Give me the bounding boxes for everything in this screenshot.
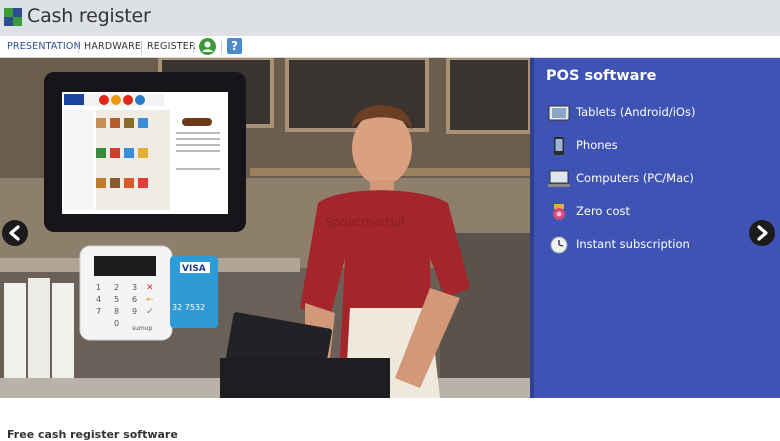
panel-title: POS software [546, 68, 657, 84]
nav-hardware[interactable]: HARDWARE [84, 41, 141, 52]
chevron-left-icon [9, 225, 20, 241]
carousel-prev-button[interactable] [2, 220, 28, 246]
svg-text:4: 4 [96, 295, 101, 304]
hero-banner: Spdacmartial 1 2 3 4 5 6 7 8 9 0 ✕ ← ✓ s… [0, 58, 780, 398]
svg-text:5: 5 [114, 295, 119, 304]
piggy-bank-icon [548, 203, 570, 221]
svg-text:←: ← [146, 295, 154, 305]
svg-text:1: 1 [96, 283, 101, 292]
terminal-brand: sumup [132, 325, 153, 332]
hero-photo: Spdacmartial 1 2 3 4 5 6 7 8 9 0 ✕ ← ✓ s… [0, 58, 532, 398]
svg-text:3: 3 [132, 283, 137, 292]
svg-text:✕: ✕ [146, 283, 154, 293]
svg-text:8: 8 [114, 307, 119, 316]
nav-presentation[interactable]: PRESENTATION [7, 41, 81, 52]
nav-register[interactable]: REGISTER [147, 41, 196, 52]
watermark-text: Spdacmartial [325, 215, 405, 229]
app-title: Cash register [27, 5, 151, 27]
svg-text:6: 6 [132, 295, 137, 304]
svg-text:✓: ✓ [146, 307, 154, 317]
feature-phones: Phones [548, 135, 778, 159]
nav-divider [141, 41, 142, 53]
tablet-icon [548, 104, 570, 122]
top-nav: PRESENTATION HARDWARE REGISTER [0, 36, 780, 58]
feature-tablets: Tablets (Android/iOs) [548, 102, 778, 126]
card-brand: VISA [182, 264, 206, 274]
nav-divider [78, 41, 79, 53]
nav-divider [193, 41, 194, 53]
svg-text:0: 0 [114, 319, 119, 328]
clock-icon [548, 236, 570, 254]
phone-icon [548, 137, 570, 155]
nav-divider [221, 41, 222, 53]
header-bar: Cash register [0, 0, 780, 36]
feature-computers: Computers (PC/Mac) [548, 168, 778, 192]
svg-text:7: 7 [96, 307, 101, 316]
feature-zero-cost: Zero cost [548, 201, 778, 225]
svg-text:9: 9 [132, 307, 137, 316]
page-headline: Free cash register software [7, 428, 178, 441]
computer-icon [548, 170, 570, 188]
pos-software-panel: POS software Tablets (Android/iOs) Phone… [530, 58, 780, 398]
logo-squares-icon [4, 8, 22, 26]
user-account-icon[interactable] [199, 38, 216, 55]
svg-text:2: 2 [114, 283, 119, 292]
chevron-right-icon [757, 225, 768, 241]
carousel-next-button[interactable] [749, 220, 775, 246]
help-icon[interactable]: ? [227, 38, 242, 54]
feature-instant-subscription: Instant subscription [548, 234, 778, 258]
card-number: 32 7532 [172, 303, 205, 312]
